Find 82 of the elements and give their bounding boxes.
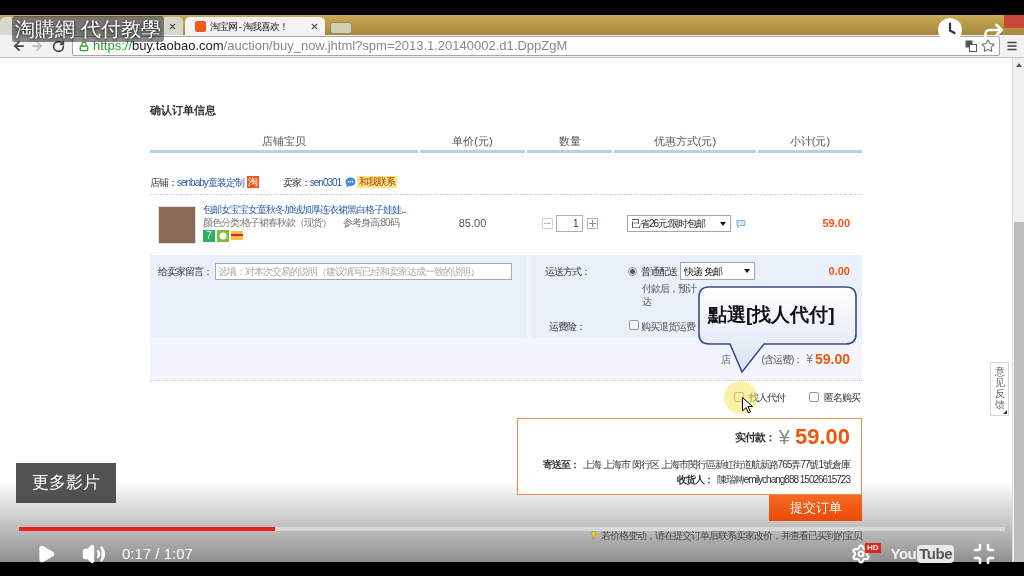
item-size: 参考身高:80码 <box>342 216 399 230</box>
back-icon[interactable] <box>12 39 26 53</box>
unit-price: 85.00 <box>458 216 487 232</box>
radio-button[interactable] <box>628 266 637 276</box>
close-icon[interactable] <box>168 21 177 31</box>
photo-placeholder <box>158 206 196 244</box>
shipping-dropdown[interactable]: 快递 免邮 <box>680 262 755 280</box>
scrollbar-thumb[interactable] <box>1013 222 1024 562</box>
callout-text: 點選[找人代付] <box>708 303 835 327</box>
reload-icon[interactable] <box>52 39 65 53</box>
currency-sign: ¥ <box>806 351 813 368</box>
settings-button[interactable]: HD <box>850 542 881 566</box>
scrollbar[interactable] <box>1012 58 1024 562</box>
page-heading: 确认订单信息 <box>150 103 217 118</box>
chat-bubble-icon[interactable] <box>345 176 357 188</box>
delivery-estimate: 达 <box>642 295 653 308</box>
column-header: 小计(元) <box>758 133 862 153</box>
shop-link[interactable]: senbaby童装定制 <box>177 174 244 190</box>
caret-icon <box>744 269 750 273</box>
shop-total-amount: 59.00 <box>814 349 850 369</box>
paid-amount: 59.00 <box>794 424 850 450</box>
shipping-cost: 0.00 <box>828 263 850 279</box>
column-header: 数量 <box>527 133 612 153</box>
item-variant: 颜色分类:格子裙春秋款（现货） <box>203 216 331 230</box>
lightbulb-icon <box>589 530 598 540</box>
lock-icon <box>79 40 89 52</box>
insurance-option[interactable]: 购买退货运费 <box>641 318 695 334</box>
feedback-tab[interactable]: 意见反馈 <box>990 362 1009 416</box>
column-header: 优惠方式(元) <box>614 133 756 153</box>
browser-tab[interactable]: 淘宝网 - 淘我喜欢！ <box>185 17 325 35</box>
message-input[interactable]: 选填：对本次交易的说明（建议填写已经和卖家达成一致的说明） <box>215 263 512 280</box>
round-badge-icon <box>217 229 229 242</box>
seller-label: 卖家： <box>282 175 310 190</box>
volume-icon[interactable] <box>82 542 106 566</box>
translate-icon[interactable] <box>965 40 977 52</box>
message-label: 给卖家留言： <box>158 265 212 279</box>
corner-triangle-icon <box>1003 410 1007 414</box>
receiver-text: 陳瑞轉emilychang888 15026615723 <box>716 473 850 487</box>
address-text: 上海 上海市 闵行区 上海市閔行區新虹街道航新路765弄77號1號倉庫 <box>583 458 850 472</box>
play-icon[interactable] <box>36 544 56 564</box>
checkbox-label[interactable]: 找人代付 <box>749 389 785 405</box>
seller-link[interactable]: sen0301 <box>309 174 342 190</box>
increase-button[interactable] <box>586 218 598 229</box>
item-title-link[interactable]: 包邮女宝宝女童秋冬加绒加厚连衣裙黑白格子娃娃... <box>203 203 407 216</box>
favicon-icon <box>195 20 206 32</box>
checkbox[interactable] <box>809 392 819 402</box>
bookmark-star-icon[interactable] <box>981 39 995 53</box>
return-badge: 7 <box>203 229 215 242</box>
shop-badge: 淘 <box>246 176 259 188</box>
more-videos-button[interactable]: 更多影片 <box>16 463 116 503</box>
checkbox[interactable] <box>629 319 639 330</box>
shop-label: 店铺： <box>150 175 177 190</box>
plus-icon <box>588 220 596 227</box>
promotion-dropdown[interactable]: 已省26元:限时包邮 <box>627 215 731 232</box>
insurance-label: 运费险： <box>548 319 586 334</box>
menu-icon[interactable] <box>1006 40 1018 52</box>
video-title[interactable]: 淘購網 代付教學 <box>12 16 164 42</box>
quantity-field[interactable]: 1 <box>555 215 583 232</box>
shop-total-label: 店 <box>720 352 730 367</box>
card-icon <box>231 231 243 240</box>
exit-fullscreen-icon[interactable] <box>972 542 996 566</box>
shipping-label: 运送方式： <box>543 264 591 279</box>
scroll-up-icon[interactable] <box>1015 63 1022 67</box>
delivery-estimate: 付款后，预计 <box>642 282 698 295</box>
caret-icon <box>720 221 726 226</box>
column-header: 店铺宝贝 <box>150 133 418 153</box>
paid-label: 实付款： <box>734 429 775 445</box>
playback-time: 0:17 / 1:07 <box>122 543 193 564</box>
currency-sign: ¥ <box>778 425 790 450</box>
price-change-notice: 若价格变动，请在提交订单后联系卖家改价，并查看已买到的宝贝 <box>601 528 862 543</box>
minus-icon <box>543 223 551 224</box>
shop-total-label: (含运费)： <box>761 352 803 367</box>
item-subtotal: 59.00 <box>822 216 850 232</box>
radio-label[interactable]: 普通配送 <box>641 263 677 279</box>
receiver-label: 收货人： <box>676 473 713 487</box>
checkbox-label[interactable]: 匿名购买 <box>824 389 860 405</box>
column-header: 单价(元) <box>420 133 525 153</box>
progress-track[interactable] <box>19 527 1005 531</box>
address-label: 寄送至： <box>543 458 580 472</box>
contact-seller-button[interactable]: 和我联系 <box>357 176 398 188</box>
close-icon[interactable] <box>310 21 319 31</box>
hd-badge: HD <box>865 543 881 553</box>
